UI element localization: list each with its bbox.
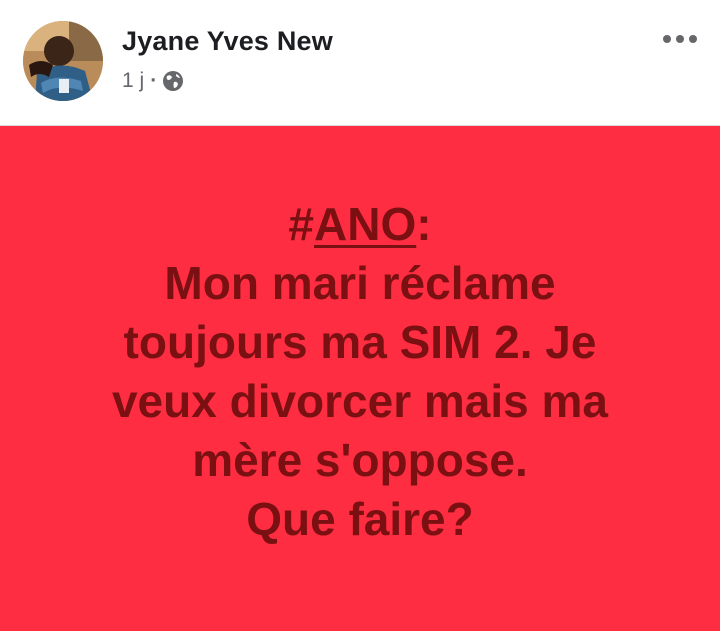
hashtag-link[interactable]: ANO	[314, 198, 416, 250]
author-avatar[interactable]	[23, 21, 103, 101]
more-options-button[interactable]	[657, 22, 703, 56]
globe-icon[interactable]	[162, 70, 184, 92]
hashtag-line: #ANO:	[0, 195, 720, 254]
meta-separator: ·	[150, 69, 158, 92]
avatar-image	[23, 21, 103, 101]
post-meta: 1 j ·	[122, 68, 184, 94]
post-text-line: mère s'oppose.	[192, 434, 528, 486]
post-text-line: Que faire?	[246, 493, 474, 545]
hashtag-symbol: #	[288, 198, 315, 250]
post-body: #ANO: Mon mari réclame toujours ma SIM 2…	[0, 126, 720, 631]
post-text-line: Mon mari réclame	[164, 257, 556, 309]
post-text-line: veux divorcer mais ma	[111, 375, 609, 427]
post-text: #ANO: Mon mari réclame toujours ma SIM 2…	[0, 195, 720, 549]
more-horizontal-icon	[663, 35, 697, 43]
post-header: Jyane Yves New 1 j ·	[0, 0, 720, 126]
post-timestamp[interactable]: 1 j	[122, 69, 144, 93]
post-text-line: toujours ma SIM 2. Je	[123, 316, 597, 368]
hashtag-suffix: :	[416, 198, 432, 250]
author-name[interactable]: Jyane Yves New	[122, 26, 333, 57]
